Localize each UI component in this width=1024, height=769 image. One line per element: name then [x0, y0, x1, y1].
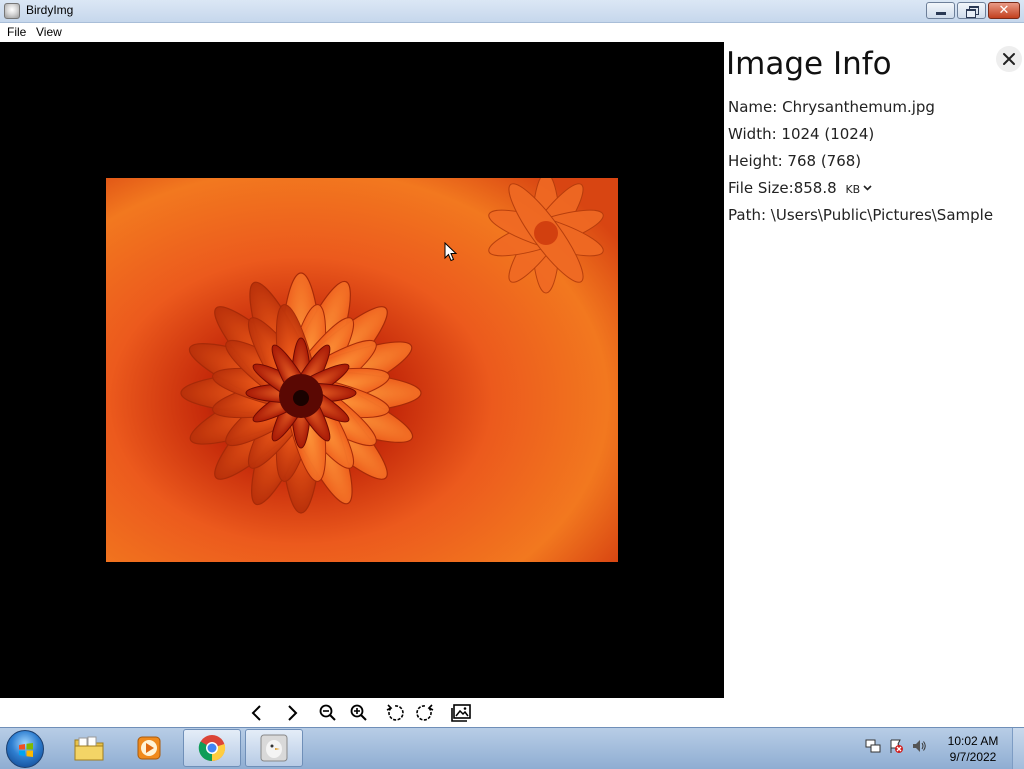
- taskbar-clock[interactable]: 10:02 AM 9/7/2022: [938, 733, 1008, 765]
- start-button[interactable]: [6, 730, 44, 768]
- title-bar: BirdyImg ✕: [0, 0, 1024, 23]
- rotate-left-button[interactable]: [383, 701, 407, 725]
- next-icon: [288, 705, 298, 721]
- info-row-filesize: File Size:858.8 KB: [728, 179, 872, 197]
- system-tray: [865, 738, 927, 754]
- zoom-out-button[interactable]: [316, 701, 340, 725]
- zoom-in-button[interactable]: [347, 701, 371, 725]
- next-button[interactable]: [280, 701, 304, 725]
- clock-date: 9/7/2022: [949, 750, 997, 764]
- zoom-in-icon: [350, 704, 367, 721]
- width-label: Width:: [728, 125, 777, 143]
- displayed-image[interactable]: [106, 178, 618, 562]
- previous-icon: [251, 705, 261, 721]
- image-viewer[interactable]: [0, 42, 724, 698]
- gallery-icon: [451, 704, 471, 722]
- folder-icon: [74, 736, 104, 761]
- menu-file[interactable]: File: [7, 25, 26, 39]
- volume-icon[interactable]: [911, 738, 927, 754]
- width-value: 1024 (1024): [781, 125, 875, 143]
- restore-icon: [965, 5, 979, 18]
- maximize-button[interactable]: [957, 2, 986, 19]
- chevron-down-icon: [863, 185, 872, 191]
- birdyimg-app-icon: [260, 734, 288, 762]
- taskbar-media-player[interactable]: [120, 729, 178, 767]
- name-label: Name:: [728, 98, 778, 116]
- taskbar-google-chrome[interactable]: [183, 729, 241, 767]
- height-value: 768 (768): [787, 152, 862, 170]
- close-info-button[interactable]: [996, 46, 1022, 72]
- menu-view[interactable]: View: [36, 25, 62, 39]
- info-row-name: Name: Chrysanthemum.jpg: [728, 98, 935, 116]
- filesize-label: File Size:: [728, 179, 794, 197]
- rotate-right-button[interactable]: [413, 701, 437, 725]
- taskbar-birdyimg[interactable]: [245, 729, 303, 767]
- name-value: Chrysanthemum.jpg: [782, 98, 935, 116]
- zoom-out-icon: [319, 704, 336, 721]
- minimize-icon: [935, 12, 946, 15]
- windows-logo-icon: [19, 743, 33, 757]
- image-info-panel: Image Info Name: Chrysanthemum.jpg Width…: [724, 42, 1024, 698]
- chrysanthemum-photo: [106, 178, 618, 562]
- birdyimg-app-icon[interactable]: [4, 3, 20, 19]
- rotate-right-icon: [416, 704, 434, 721]
- path-value: \Users\Public\Pictures\Sample: [770, 206, 994, 224]
- close-icon: [1003, 53, 1015, 65]
- window-title: BirdyImg: [26, 3, 74, 17]
- gallery-button[interactable]: [449, 701, 473, 725]
- mouse-cursor-icon: [444, 242, 458, 262]
- filesize-value: 858.8: [793, 179, 837, 197]
- rotate-left-icon: [386, 704, 404, 721]
- close-icon: ✕: [998, 3, 1010, 18]
- action-center-icon[interactable]: [888, 738, 904, 754]
- filesize-unit-dropdown[interactable]: KB: [845, 183, 872, 196]
- info-row-height: Height: 768 (768): [728, 152, 861, 170]
- info-panel-title: Image Info: [726, 46, 892, 82]
- show-desktop-button[interactable]: [1012, 728, 1024, 769]
- network-icon[interactable]: [865, 738, 881, 754]
- info-row-path: Path: \Users\Public\Pictures\Sample: [728, 206, 993, 224]
- windows-taskbar: 10:02 AM 9/7/2022: [0, 727, 1024, 769]
- filesize-unit: KB: [845, 183, 861, 196]
- chrome-icon: [198, 735, 226, 762]
- info-row-width: Width: 1024 (1024): [728, 125, 874, 143]
- path-label: Path:: [728, 206, 767, 224]
- close-window-button[interactable]: ✕: [988, 2, 1020, 19]
- media-player-icon: [137, 736, 161, 760]
- clock-time: 10:02 AM: [947, 734, 999, 748]
- height-label: Height:: [728, 152, 783, 170]
- minimize-button[interactable]: [926, 2, 955, 19]
- taskbar-windows-explorer[interactable]: [60, 729, 118, 767]
- menu-bar: File View: [0, 23, 1024, 42]
- previous-button[interactable]: [245, 701, 269, 725]
- bottom-toolbar: [0, 698, 1024, 727]
